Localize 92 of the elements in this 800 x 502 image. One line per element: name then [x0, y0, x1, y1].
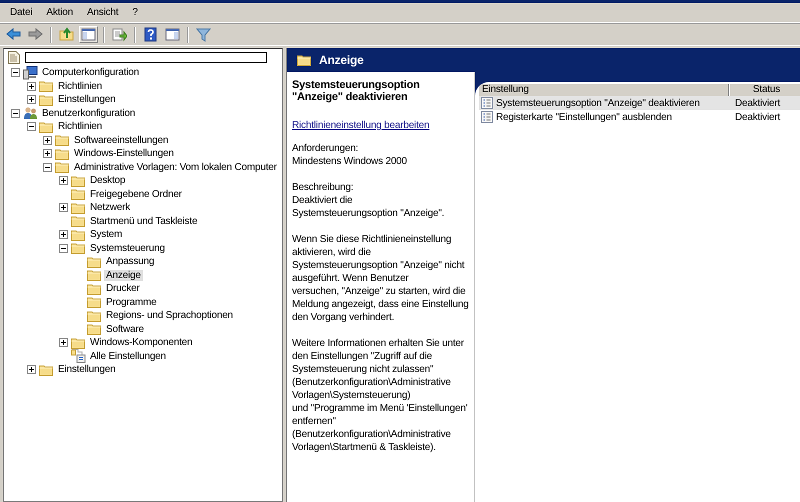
expand-toggle[interactable]	[26, 82, 36, 91]
folder-icon	[87, 269, 101, 282]
folder-icon	[39, 80, 53, 92]
folder-icon	[39, 94, 53, 106]
table-row[interactable]: Registerkarte "Einstellungen" ausblenden Deaktiviert	[479, 110, 800, 124]
tree-item[interactable]: Windows-Komponenten	[88, 337, 194, 348]
tree-item[interactable]: Einstellungen	[56, 364, 118, 376]
folder-icon	[71, 336, 85, 349]
folder-icon	[297, 54, 311, 66]
folder-icon	[87, 256, 101, 268]
panel-title: Anzeige	[319, 53, 364, 67]
tree-item[interactable]: Freigegebene Ordner	[88, 188, 184, 200]
tree-item[interactable]: Netzwerk	[88, 202, 132, 214]
input-field[interactable]	[25, 52, 267, 63]
folder-icon	[87, 282, 101, 295]
expand-toggle[interactable]	[58, 203, 68, 212]
expand-toggle[interactable]	[58, 338, 68, 348]
folder-icon	[71, 174, 85, 187]
expand-toggle[interactable]	[42, 149, 52, 158]
tree-item[interactable]: Softwareeinstellungen	[72, 134, 170, 146]
policy-title: Systemsteuerungsoption "Anzeige" deaktivieren	[292, 79, 421, 103]
expand-toggle[interactable]	[26, 95, 36, 104]
forward-arrow-icon[interactable]	[28, 27, 43, 42]
tree-item[interactable]: System	[88, 229, 124, 240]
settings-list-icon	[71, 349, 86, 364]
collapse-toggle[interactable]	[10, 68, 20, 78]
description-text: Wenn Sie diese Richtlinieneinstellung aktivieren, wird die Systemsteuerungsoption "Anzeige" nicht ausgeführt. Wenn Benutzer versuchen, "Anzeige" zu starten, wird die Meldung angezeigt, dass eine Einstellung den Vorgang verhindert.	[292, 233, 470, 324]
expand-toggle[interactable]	[26, 365, 36, 374]
table-cell: Deaktiviert	[735, 112, 780, 122]
users-icon	[23, 106, 38, 120]
description-text: Anforderungen: Mindestens Windows 2000	[292, 142, 408, 168]
folder-icon	[55, 148, 69, 160]
tree-item[interactable]: Einstellungen	[56, 94, 118, 106]
help-icon[interactable]	[143, 27, 158, 42]
folder-icon	[39, 364, 53, 376]
folder-icon	[87, 296, 101, 308]
menu-item[interactable]: Datei	[3, 6, 40, 19]
tree-item[interactable]: Richtlinien	[56, 121, 104, 132]
tree-item[interactable]: Alle Einstellungen	[88, 350, 168, 362]
description-text: Weitere Informationen erhalten Sie unter den Einstellungen "Zugriff auf die Systemsteuerung nicht zulassen" (Benutzerkonfiguration\Administrative Vorlagen\Systemsteuerung) und "Programme im Menü 'Einstellungen' entfernen" (Benutzerkonfiguration\Administrative Vorlagen\Startmenü & Taskleiste).	[292, 337, 468, 454]
folder-icon	[87, 323, 101, 336]
tree-item[interactable]: Programme	[104, 296, 158, 308]
folder-icon	[55, 134, 69, 146]
folder-icon	[71, 215, 85, 228]
tree-item[interactable]: Drucker	[104, 283, 142, 294]
folder-icon	[71, 202, 85, 214]
column-header[interactable]: Einstellung	[479, 84, 729, 96]
folder-icon	[87, 310, 101, 322]
column-header[interactable]: Status	[729, 84, 800, 96]
folder-icon	[71, 242, 85, 254]
folder-icon	[71, 188, 85, 200]
tree-item[interactable]: Regions- und Sprachoptionen	[104, 310, 235, 322]
table-row[interactable]: Systemsteuerungsoption "Anzeige" deaktivieren Deaktiviert	[479, 96, 800, 110]
tree-item[interactable]: Desktop	[88, 175, 128, 186]
tree-item[interactable]: Startmenü und Taskleiste	[88, 216, 200, 227]
export-list-icon[interactable]	[112, 27, 127, 42]
folder-icon	[39, 120, 53, 133]
tree-item[interactable]: Anpassung	[104, 256, 156, 268]
expand-toggle[interactable]	[58, 230, 68, 240]
menu-item[interactable]: ?	[125, 6, 145, 19]
tree-item[interactable]: Software	[104, 324, 146, 335]
tree-item[interactable]: Computerkonfiguration	[40, 67, 141, 78]
table-cell: Registerkarte "Einstellungen" ausblenden	[496, 112, 672, 122]
document-icon	[8, 51, 20, 64]
tree-item[interactable]: Anzeige	[104, 270, 143, 281]
collapse-toggle[interactable]	[26, 122, 36, 132]
menu-item[interactable]: Aktion	[39, 6, 80, 19]
tree-item[interactable]: Windows-Einstellungen	[72, 148, 176, 160]
tree-item[interactable]: Administrative Vorlagen: Vom lokalen Computer	[72, 162, 279, 173]
computer-icon	[23, 66, 38, 80]
expand-toggle[interactable]	[42, 136, 52, 145]
policy-icon	[481, 97, 493, 109]
table-cell: Systemsteuerungsoption "Anzeige" deaktivieren	[496, 98, 700, 108]
description-text: Beschreibung: Deaktiviert die Systemsteuerungsoption "Anzeige".	[292, 181, 446, 220]
filter-icon[interactable]	[196, 27, 211, 42]
collapse-toggle[interactable]	[10, 108, 20, 118]
tree-item[interactable]: Systemsteuerung	[88, 242, 167, 254]
menu-item[interactable]: Ansicht	[80, 6, 126, 19]
folder-up-icon[interactable]	[59, 27, 74, 42]
folder-icon	[55, 161, 69, 174]
tree-pane-icon[interactable]	[81, 27, 96, 42]
collapse-toggle[interactable]	[58, 244, 68, 253]
table-cell: Deaktiviert	[735, 98, 780, 108]
tree-item[interactable]: Benutzerkonfiguration	[40, 108, 138, 119]
edit-policy-link[interactable]: Richtlinieneinstellung bearbeiten	[292, 120, 430, 131]
action-pane-icon[interactable]	[165, 27, 180, 42]
tree-item[interactable]: Richtlinien	[56, 80, 104, 92]
collapse-toggle[interactable]	[42, 162, 52, 172]
back-arrow-icon[interactable]	[6, 27, 21, 42]
folder-icon	[71, 228, 85, 241]
expand-toggle[interactable]	[58, 176, 68, 186]
policy-icon	[481, 111, 493, 123]
